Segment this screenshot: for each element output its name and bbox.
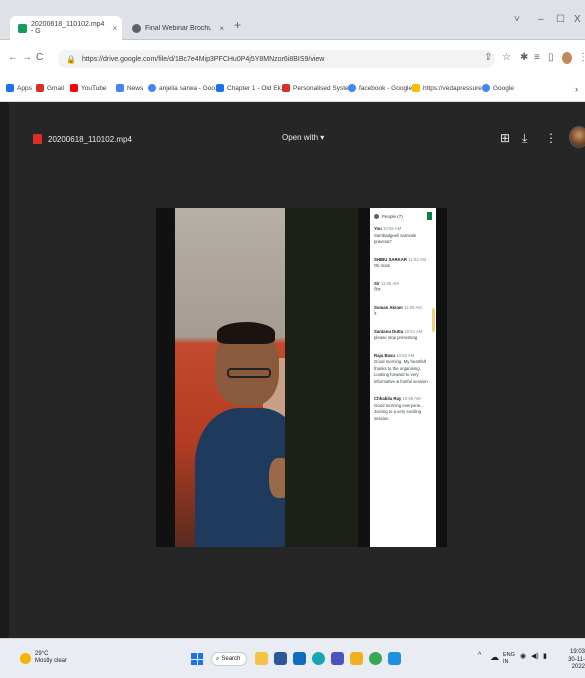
- video-file-icon: [33, 134, 42, 144]
- tray-chevron-icon[interactable]: ^: [478, 652, 481, 659]
- more-vert-icon[interactable]: ⋮: [545, 131, 557, 145]
- account-avatar[interactable]: [569, 126, 585, 148]
- chat-flag-icon: [427, 212, 432, 220]
- google-icon: [348, 84, 356, 92]
- video-player[interactable]: People (7) You 10:55 AM Sambadgeeli samv…: [156, 208, 447, 547]
- photos-icon[interactable]: [388, 652, 401, 665]
- gmail-icon: [36, 84, 44, 92]
- webcam-feed: [175, 208, 285, 547]
- youtube-icon: [70, 84, 78, 92]
- search-icon: ⌕: [216, 655, 220, 662]
- tab-title: Final Webinar Brochure conver: [145, 24, 212, 32]
- bookmarks-overflow-icon[interactable]: ›: [575, 84, 578, 94]
- bookmark-item[interactable]: Google: [482, 84, 514, 92]
- wifi-icon[interactable]: ◉: [520, 652, 526, 660]
- share-icon[interactable]: ⇪: [484, 52, 492, 63]
- tab-search-icon[interactable]: ˅: [514, 14, 520, 25]
- back-icon[interactable]: ←: [8, 52, 18, 63]
- drive-favicon-icon: [18, 23, 27, 33]
- chat-message: SHIBU SARKAR 11:02 AM Ok mam: [374, 256, 426, 269]
- address-bar[interactable]: 🔒 https://drive.google.com/file/d/1Bc7e4…: [58, 50, 495, 68]
- chat-header: People (7): [374, 212, 432, 220]
- clock-time: 19:03: [569, 649, 585, 655]
- bookmark-item[interactable]: Gmail: [36, 84, 64, 92]
- battery-icon[interactable]: ▮: [543, 652, 547, 660]
- weather-temp: 29°C: [35, 651, 49, 657]
- meeting-chat-panel: People (7) You 10:55 AM Sambadgeeli samv…: [370, 208, 436, 547]
- close-window-button[interactable]: X: [574, 14, 581, 25]
- tab-brochure[interactable]: Final Webinar Brochure conver ×: [124, 16, 232, 40]
- edge-icon[interactable]: [312, 652, 325, 665]
- menu-icon[interactable]: ⋮: [578, 52, 585, 63]
- bookmark-item[interactable]: https://vedapressure...: [412, 84, 487, 92]
- bookmark-item[interactable]: YouTube: [70, 84, 107, 92]
- chat-message: Santanu Dutta 10:51 AM please stop prese…: [374, 328, 423, 341]
- file-explorer-icon[interactable]: [255, 652, 268, 665]
- reload-icon[interactable]: C: [36, 52, 43, 63]
- bookmark-item[interactable]: News: [116, 84, 143, 92]
- chat-scrollbar[interactable]: [432, 308, 435, 332]
- profile-avatar-icon[interactable]: [562, 52, 572, 64]
- tab-active-video[interactable]: 20200618_110102.mp4 - G ×: [10, 16, 122, 40]
- bookmark-item[interactable]: facebook - Google...: [348, 84, 418, 92]
- lock-icon: 🔒: [66, 54, 76, 64]
- forward-icon[interactable]: →: [22, 52, 32, 63]
- bookmark-item[interactable]: Personalised Syste...: [282, 84, 354, 92]
- file-title: 20200618_110102.mp4: [33, 134, 132, 144]
- chat-message: You 10:55 AM Sambadgeeli samvale pravesa…: [374, 226, 417, 244]
- language-indicator[interactable]: ENG IN: [503, 652, 515, 666]
- file-name: 20200618_110102.mp4: [48, 134, 132, 144]
- bookmark-star-icon[interactable]: ☆: [502, 52, 511, 63]
- google-icon: [148, 84, 156, 92]
- chat-message: Sir 11:05 AM ঠিক: [374, 280, 399, 293]
- store-icon[interactable]: [293, 652, 306, 665]
- extensions-icon[interactable]: ✱: [520, 52, 528, 63]
- tab-strip: 20200618_110102.mp4 - G × Final Webinar …: [0, 0, 585, 40]
- chat-message: Raju Basu 10:52 AM Good morning. My hear…: [374, 352, 428, 384]
- open-with-button[interactable]: Open with ▾: [282, 133, 324, 142]
- clock-date: 30-11-2022: [568, 656, 585, 671]
- add-to-drive-icon[interactable]: ⊞: [500, 131, 510, 145]
- clock[interactable]: 19:03 30-11-2022: [555, 649, 585, 672]
- files-icon[interactable]: [350, 652, 363, 665]
- people-icon: [374, 213, 379, 219]
- bookmark-page-icon: [412, 84, 420, 92]
- bookmark-item[interactable]: Chapter 1 - Old Ek...: [216, 84, 286, 92]
- chrome-icon[interactable]: [369, 652, 382, 665]
- weather-widget[interactable]: 29°C Mostly clear: [20, 651, 67, 665]
- sun-icon: [20, 652, 31, 664]
- weather-desc: Mostly clear: [35, 658, 68, 664]
- viewer-header: 20200618_110102.mp4 Open with ▾ ⊞ ⤓ ⋮: [9, 102, 585, 172]
- new-tab-button[interactable]: +: [234, 18, 241, 32]
- download-icon[interactable]: ⤓: [522, 131, 527, 146]
- onedrive-icon[interactable]: ☁: [490, 652, 499, 663]
- close-tab-icon[interactable]: ×: [219, 24, 224, 33]
- chat-message: Suman Akram 11:08 AM ঠ: [374, 304, 422, 317]
- start-button[interactable]: [191, 653, 203, 665]
- tab-title: 20200618_110102.mp4 - G: [31, 21, 105, 35]
- taskbar-search[interactable]: ⌕ Search: [211, 652, 247, 666]
- terminal-icon[interactable]: [274, 652, 287, 665]
- apps-icon: [6, 84, 14, 92]
- side-panel-icon[interactable]: ▯: [548, 52, 554, 63]
- volume-icon[interactable]: ◀): [531, 652, 539, 660]
- globe-favicon-icon: [132, 23, 141, 33]
- document-icon: [216, 84, 224, 92]
- news-icon: [116, 84, 124, 92]
- google-icon: [482, 84, 490, 92]
- reading-list-icon[interactable]: ≡: [534, 52, 540, 63]
- bookmark-item[interactable]: Apps: [6, 84, 32, 92]
- bookmark-item[interactable]: anjelia sarwa - Goo...: [148, 84, 220, 92]
- minimize-button[interactable]: –: [538, 14, 544, 25]
- maximize-button[interactable]: ☐: [556, 14, 565, 25]
- drive-video-viewer: 20200618_110102.mp4 Open with ▾ ⊞ ⤓ ⋮ Pe…: [0, 102, 585, 638]
- close-tab-icon[interactable]: ×: [112, 24, 117, 33]
- teams-icon[interactable]: [331, 652, 344, 665]
- chat-message: Chhabila Ray 10:55 AM Good morning every…: [374, 396, 424, 421]
- bookmark-page-icon: [282, 84, 290, 92]
- address-text: https://drive.google.com/file/d/1Bc7e4Mi…: [81, 55, 325, 63]
